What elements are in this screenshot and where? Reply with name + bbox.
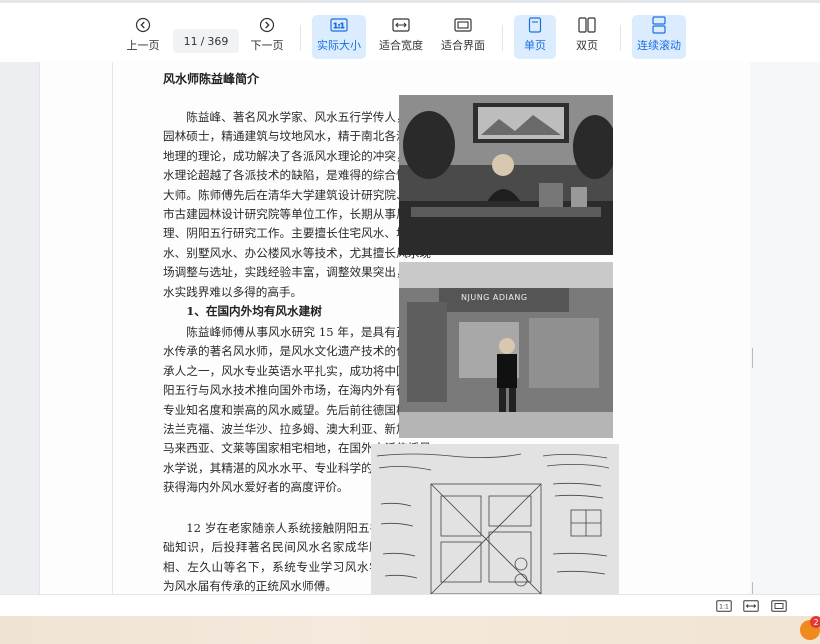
section-subtitle: 1、在国内外均有风水建树: [186, 304, 322, 318]
single-page-label: 单页: [524, 39, 546, 52]
next-page-button[interactable]: 下一页: [246, 15, 288, 59]
fit-page-icon: [454, 15, 472, 35]
office-photo: [399, 95, 613, 255]
paragraph-intro: 陈益峰、著名风水学家、风水五行学传人，风景园林硕士，精通建筑与坟地风水，精于南北…: [163, 110, 431, 299]
double-page-button[interactable]: 双页: [566, 15, 608, 59]
double-page-icon: [578, 15, 596, 35]
paragraph-training: 12 岁在老家随亲人系统接触阴阳五行的基础知识，后投拜著名民间风水名家成华顺、陈…: [163, 521, 405, 594]
toolbar-divider: [620, 25, 621, 51]
prev-page-button[interactable]: 上一页: [122, 15, 164, 59]
exhibition-photo: NJUNG ADIANG: [399, 262, 613, 438]
svg-text:1:1: 1:1: [719, 604, 729, 611]
exhibition-sign-text: NJUNG ADIANG: [461, 293, 528, 302]
fit-page-icon[interactable]: [771, 599, 787, 613]
next-page-label: 下一页: [250, 39, 284, 52]
continuous-scroll-button[interactable]: 连续滚动: [632, 15, 686, 59]
notification-badge: 2: [810, 616, 820, 628]
scroll-marker: [752, 348, 753, 368]
status-bar: 1:1: [0, 594, 820, 616]
single-page-icon: [528, 15, 542, 35]
svg-text:1:1: 1:1: [333, 22, 344, 30]
chevron-right-circle-icon: [259, 15, 275, 35]
scrollbar-track[interactable]: [750, 62, 820, 602]
single-page-button[interactable]: 单页: [514, 15, 556, 59]
continuous-scroll-icon: [651, 15, 667, 35]
fit-width-icon: [392, 15, 410, 35]
page-number-box[interactable]: 11 / 369: [173, 29, 239, 53]
os-taskbar: [0, 616, 820, 644]
toolbar-divider: [502, 25, 503, 51]
page-separator: /: [200, 34, 205, 48]
actual-size-icon: 1:1: [330, 15, 348, 35]
document-viewport[interactable]: 风水师陈益峰简介 陈益峰、著名风水学家、风水五行学传人，风景园林硕士，精通建筑与…: [0, 62, 820, 594]
current-page-input[interactable]: 11: [184, 35, 198, 48]
fit-page-label: 适合界面: [441, 39, 485, 52]
actual-size-icon[interactable]: 1:1: [716, 599, 732, 613]
fit-width-icon[interactable]: [743, 599, 759, 613]
actual-size-button[interactable]: 1:1 实际大小: [312, 15, 366, 59]
fit-width-label: 适合宽度: [379, 39, 423, 52]
prev-page-label: 上一页: [126, 39, 160, 52]
actual-size-label: 实际大小: [317, 39, 361, 52]
floor-plan-sketch: [371, 444, 619, 594]
total-pages: 369: [207, 34, 229, 48]
fit-page-button[interactable]: 适合界面: [438, 15, 488, 59]
page-margin-line: [112, 62, 113, 594]
chevron-left-circle-icon: [135, 15, 151, 35]
viewer-toolbar: 上一页 11 / 369 下一页 1:1 实际大小 适合宽度 适合界面 单页 双…: [0, 0, 820, 62]
double-page-label: 双页: [576, 39, 598, 52]
toolbar-divider: [300, 25, 301, 51]
continuous-scroll-label: 连续滚动: [637, 39, 681, 52]
section-heading: 风水师陈益峰简介: [163, 72, 260, 86]
fit-width-button[interactable]: 适合宽度: [376, 15, 426, 59]
